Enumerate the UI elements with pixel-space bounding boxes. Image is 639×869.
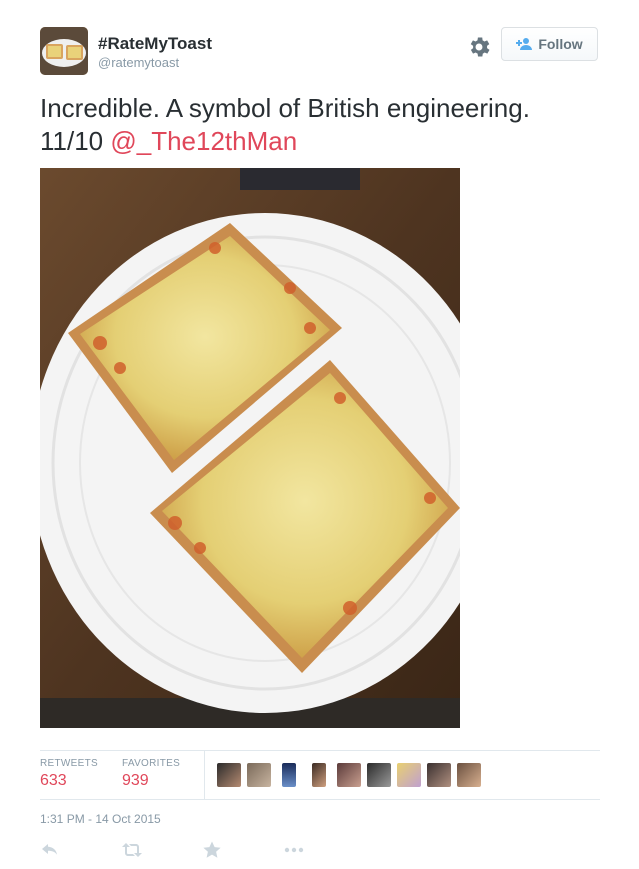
favoriter-avatar[interactable] <box>427 763 451 787</box>
tweet-text: Incredible. A symbol of British engineer… <box>40 92 600 158</box>
retweets-count: 633 <box>40 772 67 789</box>
follow-label: Follow <box>538 36 583 52</box>
favoriter-avatar[interactable] <box>282 763 296 787</box>
add-user-icon <box>516 37 533 51</box>
favoriter-avatar[interactable] <box>217 763 241 787</box>
favoriter-avatars <box>217 763 481 787</box>
timestamp[interactable]: 1:31 PM - 14 Oct 2015 <box>40 812 161 826</box>
favorites-label: FAVORITES <box>122 758 181 769</box>
favorites-stat[interactable]: FAVORITES 939 <box>122 758 180 790</box>
favorite-icon[interactable] <box>202 840 222 860</box>
favoriter-avatar[interactable] <box>337 763 361 787</box>
more-icon[interactable] <box>283 840 304 860</box>
tweet-photo[interactable] <box>40 168 460 728</box>
toast-avatar-icon <box>40 27 88 75</box>
avatar[interactable] <box>40 27 88 75</box>
mention-link[interactable]: @_The12thMan <box>110 126 297 156</box>
retweets-label: RETWEETS <box>40 758 98 769</box>
favoriter-avatar[interactable] <box>247 763 271 787</box>
follow-button[interactable]: Follow <box>501 27 598 61</box>
favoriter-avatar[interactable] <box>397 763 421 787</box>
favoriter-avatar[interactable] <box>312 763 326 787</box>
retweet-icon[interactable] <box>121 840 142 860</box>
gear-icon[interactable] <box>466 34 492 60</box>
user-handle[interactable]: @ratemytoast <box>98 55 179 70</box>
tweet-actions <box>40 840 364 860</box>
favoriter-avatar[interactable] <box>367 763 391 787</box>
retweets-stat[interactable]: RETWEETS 633 <box>40 758 98 790</box>
toast-photo-image <box>40 168 460 728</box>
reply-icon[interactable] <box>40 840 60 860</box>
stats-divider <box>204 751 205 799</box>
display-name[interactable]: #RateMyToast <box>98 34 212 54</box>
favorites-count: 939 <box>122 772 149 789</box>
favoriter-avatar[interactable] <box>457 763 481 787</box>
tweet-stats: RETWEETS 633 FAVORITES 939 <box>40 750 600 800</box>
